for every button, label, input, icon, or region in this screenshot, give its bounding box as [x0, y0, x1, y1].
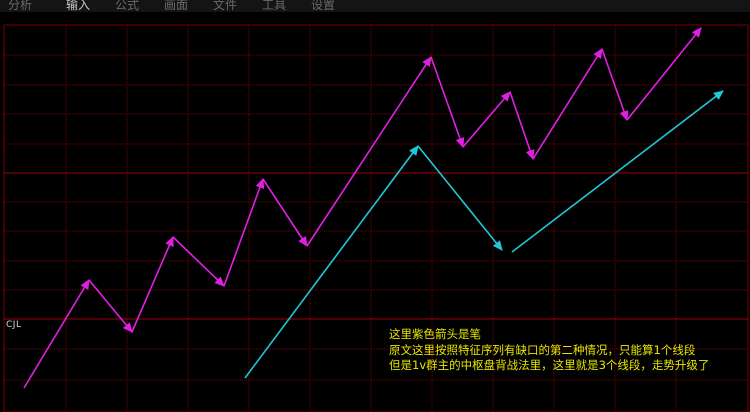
stroke-arrow-8	[430, 56, 465, 149]
menu-tab-input[interactable]: 输入	[66, 0, 90, 12]
stroke-arrow-6	[262, 178, 308, 247]
stroke-arrow-11	[532, 48, 603, 160]
annotation-line-3: 但是1v群主的中枢盘背战法里，这里就是3个线段，走势升级了	[389, 358, 710, 372]
menu-tab-formula[interactable]: 公式	[115, 0, 139, 12]
menu-tab-settings[interactable]: 设置	[311, 0, 335, 12]
annotation-line-2: 原文这里按照特征序列有缺口的第二种情况，只能算1个线段	[389, 342, 696, 357]
stroke-arrow-5	[223, 177, 265, 287]
menu-tab-tools[interactable]: 工具	[262, 0, 286, 12]
menu-tab-file[interactable]: 文件	[213, 0, 237, 12]
stroke-arrow-1	[23, 279, 90, 389]
stroke-arrow-2	[88, 279, 133, 333]
stroke-arrow-13	[626, 27, 702, 121]
indicator-label: CJL	[6, 320, 22, 330]
stroke-arrow-10	[509, 91, 535, 161]
menu-tab-analysis[interactable]: 分析	[8, 0, 32, 12]
menu-tab-screen[interactable]: 画面	[164, 0, 188, 12]
annotation-text: 这里紫色箭头是笔 原文这里按照特征序列有缺口的第二种情况，只能算1个线段 但是1…	[389, 327, 709, 374]
stroke-arrow-3	[131, 235, 174, 333]
stroke-arrow-9	[462, 91, 511, 148]
annotation-line-1: 这里紫色箭头是笔	[389, 327, 481, 341]
segment-arrow-3	[511, 90, 724, 253]
menu-bar: 分析 输入 公式 画面 文件 工具 设置	[0, 0, 750, 12]
segment-arrow-2	[417, 145, 503, 251]
